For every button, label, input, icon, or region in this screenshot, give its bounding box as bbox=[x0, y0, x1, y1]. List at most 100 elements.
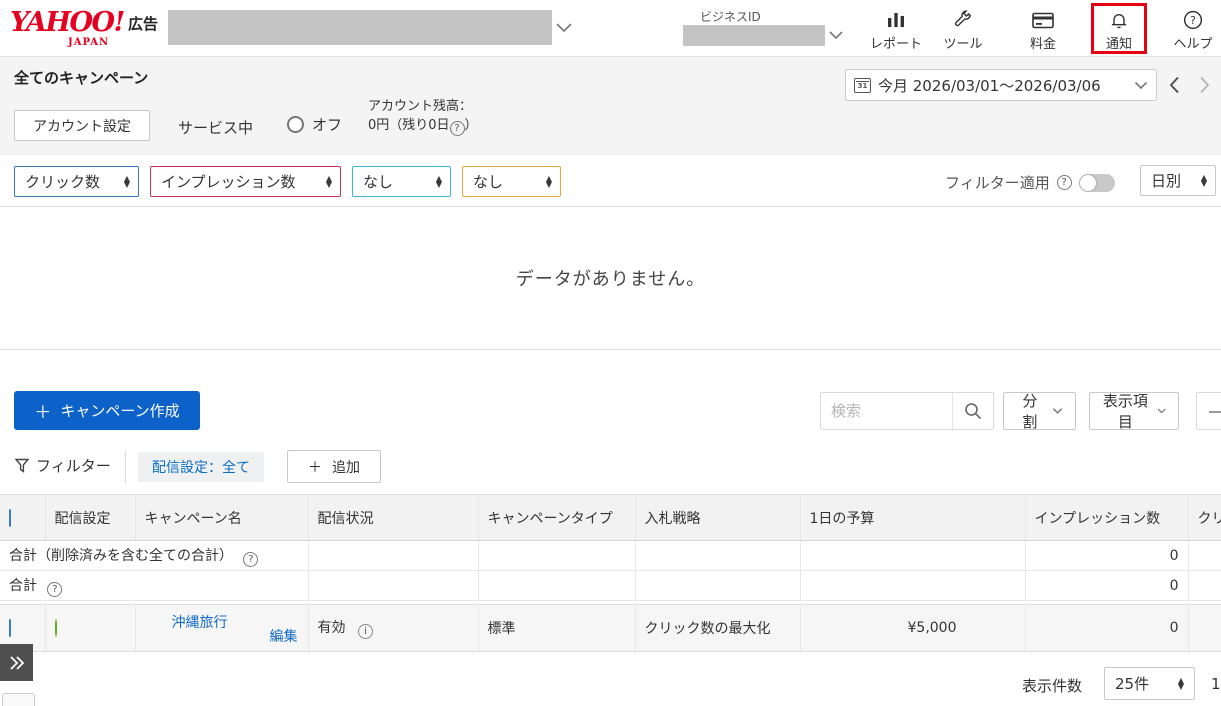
summary-impressions: 0 bbox=[1025, 571, 1188, 601]
date-prev-button[interactable] bbox=[1163, 73, 1185, 97]
col-header-impressions[interactable]: インプレッション数 bbox=[1025, 495, 1188, 541]
empty-cell bbox=[635, 541, 800, 571]
app-header: YAHOO! JAPAN 広告 ビジネスID レポート ツール 料金 bbox=[0, 0, 1221, 57]
row-checkbox[interactable] bbox=[9, 619, 11, 637]
spinner-arrows-icon: ▲▼ bbox=[546, 176, 552, 188]
more-actions-button-partial[interactable] bbox=[1196, 392, 1221, 430]
spinner-arrows-icon: ▲▼ bbox=[124, 176, 130, 188]
logo-brand-text: YAHOO! bbox=[10, 7, 124, 38]
nav-label-help: ヘルプ bbox=[1158, 33, 1221, 52]
summary-all-help-icon[interactable]: ? bbox=[243, 552, 258, 567]
metric-selector-2[interactable]: インプレッション数 ▲▼ bbox=[150, 166, 341, 197]
edit-link[interactable]: 編集 bbox=[270, 626, 298, 646]
plus-icon: ＋ bbox=[308, 457, 322, 477]
campaign-row: 沖縄旅行 編集 有効 i 標準 クリック数の最大化 ¥5,000 0 bbox=[0, 605, 1221, 652]
logo-japan-text: JAPAN bbox=[68, 37, 109, 48]
spinner-arrows-icon: ▲▼ bbox=[436, 176, 442, 188]
create-campaign-button[interactable]: ＋ キャンペーン作成 bbox=[14, 391, 200, 430]
summary-row-all: 合計（削除済みを含む全ての合計） ? 0 bbox=[0, 541, 1221, 571]
balance-help-icon[interactable]: ? bbox=[450, 121, 465, 136]
svg-text:?: ? bbox=[1190, 14, 1196, 27]
nav-item-report[interactable]: レポート bbox=[861, 9, 931, 52]
filter-button[interactable]: フィルター bbox=[15, 455, 111, 476]
chart-empty-message: データがありません。 bbox=[516, 265, 705, 291]
empty-cell bbox=[478, 571, 635, 601]
nav-item-tools[interactable]: ツール bbox=[933, 9, 993, 52]
metrics-bar: クリック数 ▲▼ インプレッション数 ▲▼ なし ▲▼ なし ▲▼ フィルター適… bbox=[0, 155, 1221, 207]
col-header-delivery-setting[interactable]: 配信設定 bbox=[45, 495, 135, 541]
summary-all-impressions: 0 bbox=[1025, 541, 1188, 571]
search-box bbox=[820, 392, 994, 430]
search-input[interactable] bbox=[821, 393, 952, 429]
summary-all-label: 合計（削除済みを含む全ての合計） bbox=[9, 548, 233, 564]
add-filter-label: 追加 bbox=[332, 457, 360, 477]
delivery-filter-chip[interactable]: 配信設定：全て bbox=[138, 452, 264, 482]
empty-cell bbox=[800, 541, 1025, 571]
campaign-name-link[interactable]: 沖縄旅行 bbox=[172, 612, 228, 632]
search-button[interactable] bbox=[952, 393, 993, 429]
spinner-arrows-icon: ▲▼ bbox=[1178, 678, 1184, 690]
metric-selector-4[interactable]: なし ▲▼ bbox=[462, 166, 561, 197]
summary-help-icon[interactable]: ? bbox=[47, 582, 62, 597]
date-next-button[interactable] bbox=[1193, 73, 1215, 97]
add-filter-button[interactable]: ＋ 追加 bbox=[287, 450, 381, 483]
balance-value: 0円（残り0日 bbox=[368, 118, 450, 133]
col-header-daily-budget[interactable]: 1日の予算 bbox=[800, 495, 1025, 541]
split-button[interactable]: 分割 bbox=[1003, 392, 1076, 430]
balance-value-suffix: ） bbox=[465, 118, 478, 133]
empty-cell bbox=[308, 541, 478, 571]
delivery-on-indicator[interactable] bbox=[55, 619, 57, 637]
nav-label-notifications: 通知 bbox=[1084, 33, 1154, 52]
col-header-delivery-status[interactable]: 配信状況 bbox=[308, 495, 478, 541]
toggle-knob bbox=[1080, 175, 1096, 191]
business-id-label: ビジネスID bbox=[700, 8, 761, 25]
date-range-value: 今月 2026/03/01～2026/03/06 bbox=[878, 75, 1127, 96]
interval-selector[interactable]: 日別 ▲▼ bbox=[1140, 165, 1216, 196]
summary-row: 合計 ? 0 bbox=[0, 571, 1221, 601]
col-header-bid-strategy[interactable]: 入札戦略 bbox=[635, 495, 800, 541]
nav-item-notifications[interactable]: 通知 bbox=[1084, 9, 1154, 52]
chart-area: データがありません。 bbox=[0, 207, 1221, 350]
subheader: 全てのキャンペーン 31 今月 2026/03/01～2026/03/06 アカ… bbox=[0, 57, 1221, 155]
account-settings-button[interactable]: アカウント設定 bbox=[14, 110, 150, 141]
double-chevron-right-icon bbox=[9, 655, 25, 671]
divider bbox=[125, 450, 126, 483]
select-all-checkbox[interactable] bbox=[9, 509, 11, 527]
filter-apply-help-icon[interactable]: ? bbox=[1057, 175, 1072, 190]
expand-sidebar-button[interactable] bbox=[0, 644, 33, 681]
metric-selector-3[interactable]: なし ▲▼ bbox=[352, 166, 451, 197]
business-id-chevron-down-icon[interactable] bbox=[828, 30, 844, 41]
calendar-icon: 31 bbox=[854, 78, 871, 93]
account-chevron-down-icon[interactable] bbox=[555, 22, 573, 34]
empty-cell bbox=[1188, 541, 1221, 571]
col-header-clicks-partial[interactable]: クリ bbox=[1188, 495, 1221, 541]
page-size-label: 表示件数 bbox=[1022, 675, 1082, 696]
service-off-label: オフ bbox=[312, 114, 342, 135]
nav-item-help[interactable]: ? ヘルプ bbox=[1158, 9, 1221, 52]
summary-all-label-cell: 合計（削除済みを含む全ての合計） ? bbox=[0, 541, 308, 571]
campaign-name-cell: 沖縄旅行 編集 bbox=[135, 605, 308, 652]
empty-cell bbox=[1188, 571, 1221, 601]
nav-label-tools: ツール bbox=[933, 33, 993, 52]
service-off-radio[interactable]: オフ bbox=[287, 114, 342, 135]
delivery-status-cell: 有効 i bbox=[308, 605, 478, 652]
columns-button[interactable]: 表示項目 bbox=[1089, 392, 1179, 430]
page-size-selector[interactable]: 25件 ▲▼ bbox=[1104, 667, 1195, 700]
col-header-campaign-type[interactable]: キャンペーンタイプ bbox=[478, 495, 635, 541]
col-header-campaign-name[interactable]: キャンペーン名 bbox=[135, 495, 308, 541]
date-range-picker[interactable]: 31 今月 2026/03/01～2026/03/06 bbox=[845, 69, 1157, 101]
metric-selector-1[interactable]: クリック数 ▲▼ bbox=[14, 166, 139, 197]
daily-budget-cell: ¥5,000 bbox=[800, 605, 1025, 652]
interval-value: 日別 bbox=[1151, 170, 1181, 191]
info-icon[interactable]: i bbox=[358, 624, 373, 639]
filter-apply-toggle[interactable] bbox=[1079, 174, 1115, 192]
status-value: 有効 bbox=[318, 620, 346, 636]
nav-label-billing: 料金 bbox=[1013, 33, 1073, 52]
empty-cell bbox=[635, 571, 800, 601]
create-campaign-label: キャンペーン作成 bbox=[60, 400, 179, 421]
chevron-down-icon bbox=[1157, 407, 1166, 415]
yahoo-japan-ads-logo[interactable]: YAHOO! JAPAN 広告 bbox=[10, 9, 160, 51]
nav-item-billing[interactable]: 料金 bbox=[1013, 9, 1073, 52]
bottom-partial-element bbox=[2, 693, 35, 706]
wrench-icon bbox=[933, 9, 993, 31]
